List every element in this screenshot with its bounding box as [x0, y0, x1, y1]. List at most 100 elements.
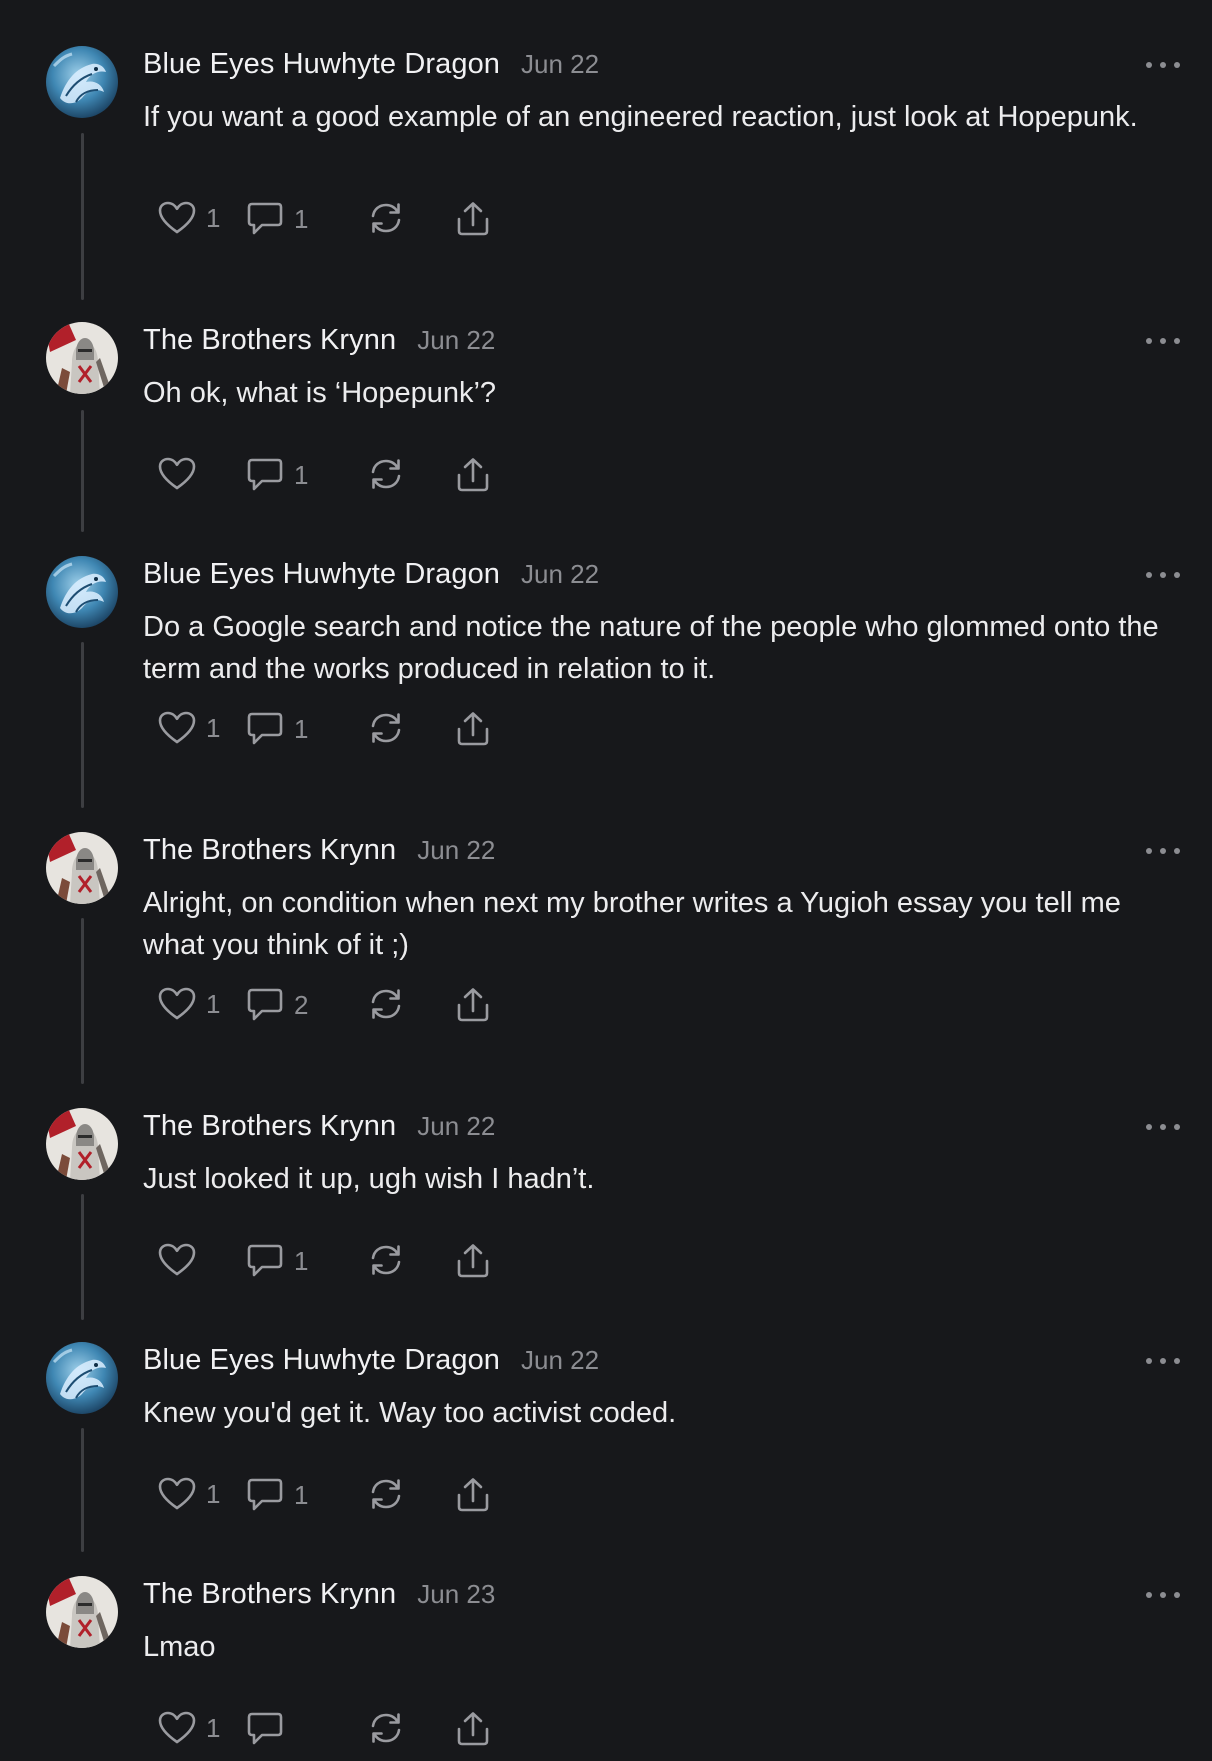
speech-bubble-icon [246, 201, 284, 237]
like-button[interactable] [158, 1243, 196, 1277]
knight-avatar-icon[interactable] [46, 832, 118, 904]
comment-body: Knew you'd get it. Way too activist code… [143, 1397, 677, 1429]
more-dots-icon[interactable] [1146, 1120, 1180, 1134]
speech-bubble-icon [246, 987, 284, 1023]
post-date[interactable]: Jun 23 [417, 1579, 495, 1610]
share-upload-icon [455, 457, 491, 493]
like-count: 1 [206, 988, 221, 1019]
refresh-arrows-icon [367, 1711, 405, 1745]
refresh-arrows-icon [367, 987, 405, 1021]
author-name[interactable]: The Brothers Krynn [143, 1578, 396, 1611]
comment-button[interactable] [246, 1711, 284, 1747]
post-header: Blue Eyes Huwhyte Dragon Jun 22 [143, 1344, 599, 1377]
restack-button[interactable] [367, 987, 405, 1021]
restack-button[interactable] [367, 1711, 405, 1745]
comment-post: The Brothers Krynn Jun 23 Lmao 1 [0, 1576, 1212, 1761]
share-button[interactable] [455, 711, 491, 747]
knight-avatar-icon[interactable] [46, 1576, 118, 1648]
speech-bubble-icon [246, 1477, 284, 1513]
comment-button[interactable]: 1 [246, 1243, 308, 1279]
post-header: The Brothers Krynn Jun 22 [143, 834, 495, 867]
like-count: 1 [206, 1478, 221, 1509]
comment-body: Just looked it up, ugh wish I hadn’t. [143, 1163, 595, 1195]
heart-icon [158, 1243, 196, 1277]
more-dots-icon[interactable] [1146, 568, 1180, 582]
post-date[interactable]: Jun 22 [417, 325, 495, 356]
more-dots-icon[interactable] [1146, 334, 1180, 348]
speech-bubble-icon [246, 457, 284, 493]
speech-bubble-icon [246, 1243, 284, 1279]
share-upload-icon [455, 1477, 491, 1513]
post-header: The Brothers Krynn Jun 22 [143, 324, 495, 357]
more-dots-icon[interactable] [1146, 58, 1180, 72]
restack-button[interactable] [367, 201, 405, 235]
like-button[interactable]: 1 [158, 987, 220, 1021]
post-date[interactable]: Jun 22 [521, 559, 599, 590]
like-count: 1 [206, 202, 221, 233]
comment-body: Oh ok, what is ‘Hopepunk’? [143, 377, 497, 409]
share-button[interactable] [455, 457, 491, 493]
speech-bubble-icon [246, 1711, 284, 1747]
like-button[interactable]: 1 [158, 201, 220, 235]
like-button[interactable]: 1 [158, 711, 220, 745]
author-name[interactable]: The Brothers Krynn [143, 1110, 396, 1143]
restack-button[interactable] [367, 711, 405, 745]
share-upload-icon [455, 987, 491, 1023]
knight-avatar-icon[interactable] [46, 322, 118, 394]
knight-avatar-icon[interactable] [46, 1108, 118, 1180]
comment-count: 1 [294, 713, 309, 744]
more-dots-icon[interactable] [1146, 844, 1180, 858]
share-upload-icon [455, 1711, 491, 1747]
share-button[interactable] [455, 1711, 491, 1747]
post-date[interactable]: Jun 22 [417, 1111, 495, 1142]
comment-button[interactable]: 1 [246, 1477, 308, 1513]
comment-thread: Blue Eyes Huwhyte Dragon Jun 22 If you wan… [0, 0, 1212, 1750]
author-name[interactable]: The Brothers Krynn [143, 834, 396, 867]
post-date[interactable]: Jun 22 [521, 1345, 599, 1376]
comment-body: Do a Google search and notice the nature… [143, 611, 1159, 685]
author-name[interactable]: Blue Eyes Huwhyte Dragon [143, 48, 500, 81]
author-name[interactable]: The Brothers Krynn [143, 324, 396, 357]
comment-count: 2 [294, 989, 309, 1020]
restack-button[interactable] [367, 457, 405, 491]
post-date[interactable]: Jun 22 [417, 835, 495, 866]
heart-icon [158, 1477, 196, 1511]
refresh-arrows-icon [367, 711, 405, 745]
post-date[interactable]: Jun 22 [521, 49, 599, 80]
comment-button[interactable]: 1 [246, 201, 308, 237]
comment-post: The Brothers Krynn Jun 22 Just looked it u… [0, 1108, 1212, 1293]
restack-button[interactable] [367, 1243, 405, 1277]
like-count: 1 [206, 712, 221, 743]
share-button[interactable] [455, 201, 491, 237]
dragon-avatar-icon[interactable] [46, 46, 118, 118]
restack-button[interactable] [367, 1477, 405, 1511]
heart-icon [158, 711, 196, 745]
refresh-arrows-icon [367, 1243, 405, 1277]
post-header: Blue Eyes Huwhyte Dragon Jun 22 [143, 48, 599, 81]
dragon-avatar-icon[interactable] [46, 1342, 118, 1414]
comment-button[interactable]: 1 [246, 457, 308, 493]
comment-post: The Brothers Krynn Jun 22 Oh ok, what is ‘… [0, 322, 1212, 507]
share-button[interactable] [455, 1477, 491, 1513]
post-header: The Brothers Krynn Jun 23 [143, 1578, 495, 1611]
author-name[interactable]: Blue Eyes Huwhyte Dragon [143, 558, 500, 591]
post-header: The Brothers Krynn Jun 22 [143, 1110, 495, 1143]
comment-post: Blue Eyes Huwhyte Dragon Jun 22 If you wan… [0, 46, 1212, 251]
speech-bubble-icon [246, 711, 284, 747]
more-dots-icon[interactable] [1146, 1588, 1180, 1602]
share-button[interactable] [455, 1243, 491, 1279]
like-button[interactable] [158, 457, 196, 491]
like-button[interactable]: 1 [158, 1477, 220, 1511]
like-button[interactable]: 1 [158, 1711, 220, 1745]
author-name[interactable]: Blue Eyes Huwhyte Dragon [143, 1344, 500, 1377]
comment-count: 1 [294, 459, 309, 490]
comment-button[interactable]: 1 [246, 711, 308, 747]
more-dots-icon[interactable] [1146, 1354, 1180, 1368]
comment-body: Lmao [143, 1631, 216, 1663]
comment-button[interactable]: 2 [246, 987, 308, 1023]
dragon-avatar-icon[interactable] [46, 556, 118, 628]
share-button[interactable] [455, 987, 491, 1023]
like-count: 1 [206, 1712, 221, 1743]
refresh-arrows-icon [367, 201, 405, 235]
heart-icon [158, 1711, 196, 1745]
